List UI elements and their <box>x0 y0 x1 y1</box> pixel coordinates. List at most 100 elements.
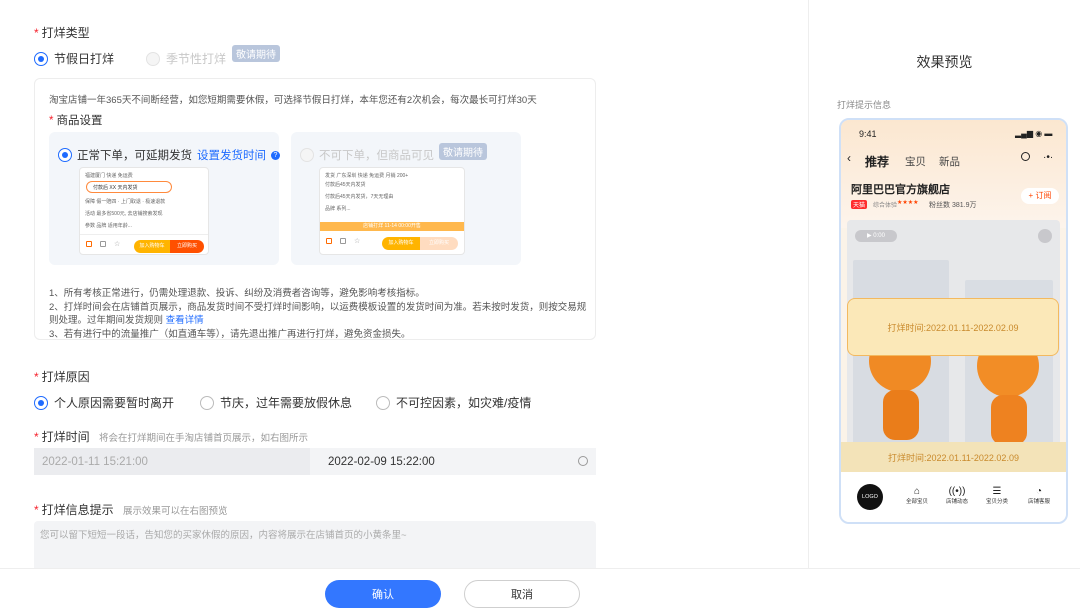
phone-tab-items: 宝贝 <box>905 154 926 169</box>
start-time-input: 2022-01-11 15:21:00 <box>34 448 310 475</box>
nav-all-items: ⌂ 全部宝贝 <box>903 486 931 505</box>
cancel-button[interactable]: 取消 <box>464 580 580 608</box>
closure-notes: 1、所有考核正常进行，仍需处理退款、投诉、纠纷及消费者咨询等，避免影响考核指标。… <box>49 287 589 341</box>
mock-bottom-bar: ☆ 加入购物车 立即购买 <box>80 234 208 255</box>
mute-icon <box>1038 229 1052 243</box>
radio-icon[interactable] <box>58 148 72 162</box>
star-icon: ☆ <box>114 240 120 248</box>
nav-customer-service: ◔ 店铺客服 <box>1025 486 1053 505</box>
shop-icon <box>86 241 92 247</box>
coming-soon-tag: 敬请期待 <box>439 143 487 160</box>
service-icon: ◔ <box>1025 486 1053 497</box>
nav-categories: ☰ 宝贝分类 <box>983 486 1011 505</box>
phone-bottom-nav: LOGO ⌂ 全部宝贝 ((•)) 店铺动态 ☰ 宝贝分类 ◔ 店铺客服 <box>841 472 1066 524</box>
closure-popup: 打烊时间:2022.01.11-2022.02.09 <box>847 298 1059 356</box>
preview-title: 效果预览 <box>809 52 1080 72</box>
shop-name: 阿里巴巴官方旗舰店 <box>851 181 950 197</box>
mock-cart-button: 加入购物车 <box>382 237 420 250</box>
reason-force-majeure[interactable]: 不可控因素，如灾难/疫情 <box>376 394 531 411</box>
mock-closed-banner: 店铺打烊 11-14 00:00开售 <box>320 222 464 231</box>
mock-row: 福建厦门 快递 免运费 <box>85 172 133 179</box>
phone-status-time: 9:41 <box>859 129 877 139</box>
goods-setting-box: 淘宝店铺一年365天不间断经营，如您短期需要休假，可选择节假日打烊，本年您还有2… <box>34 78 596 340</box>
closure-info-text: 淘宝店铺一年365天不间断经营，如您短期需要休假，可选择节假日打烊，本年您还有2… <box>49 92 537 106</box>
settings-form: *打烊类型 节假日打烊 季节性打烊 敬请期待 淘宝店铺一年365天不间断经营，如… <box>0 0 808 568</box>
preview-panel: 效果预览 打烊提示信息 9:41 ▂▄▆ ◉ ▬ ‹ 推荐 宝贝 新品 ·•· … <box>809 0 1080 568</box>
phone-status-icons: ▂▄▆ ◉ ▬ <box>1015 129 1052 138</box>
fans-count: 粉丝数 381.9万 <box>929 200 976 210</box>
mock-buy-button: 立即购买 <box>170 240 204 253</box>
list-icon: ☰ <box>983 486 1011 497</box>
closure-type-title: *打烊类型 <box>34 24 90 41</box>
tmall-badge: 天猫 <box>851 200 867 209</box>
shop-logo: LOGO <box>857 484 883 510</box>
time-title: *打烊时间 将会在打烊期间在手淘店铺首页展示，如右图所示 <box>34 428 308 445</box>
closure-settings-page: *打烊类型 节假日打烊 季节性打烊 敬请期待 淘宝店铺一年365天不间断经营，如… <box>0 0 1080 613</box>
view-details-link[interactable]: 查看详情 <box>166 315 204 326</box>
shop-icon <box>326 238 332 244</box>
radio-icon <box>146 52 160 66</box>
nav-shop-feed: ((•)) 店铺动态 <box>943 486 971 505</box>
message-hint: 展示效果可以在右图预览 <box>123 506 228 517</box>
mock-highlight-pill: 付款后 XX 天内发货 <box>86 181 172 193</box>
mock-cart-button: 加入购物车 <box>134 240 170 253</box>
bag-icon: ⌂ <box>903 486 931 497</box>
mascot-left-body <box>883 390 919 440</box>
phone-mockup: 9:41 ▂▄▆ ◉ ▬ ‹ 推荐 宝贝 新品 ·•· 阿里巴巴官方旗舰店 天猫… <box>839 118 1068 524</box>
card-no-order: 不可下单，但商品可见 敬请期待 发货 广东深圳 快递 免运费 月销 200+ 付… <box>291 132 521 265</box>
mock-bottom-bar: ☆ 加入购物车 立即购买 <box>320 232 464 255</box>
time-hint: 将会在打烊期间在手淘店铺首页展示，如右图所示 <box>99 433 308 444</box>
note-2: 2、打烊时间会在店铺首页展示，商品发货时间不受打烊时间影响，以运费模板设置的发货… <box>49 301 589 328</box>
phone-tab-new: 新品 <box>939 154 960 169</box>
phone-tab-recommend: 推荐 <box>865 153 889 170</box>
mock-buy-button: 立即购买 <box>420 237 458 250</box>
closure-type-seasonal: 季节性打烊 敬请期待 <box>146 50 280 67</box>
more-icon: ·•· <box>1043 152 1053 163</box>
reason-festival[interactable]: 节庆，过年需要放假休息 <box>200 394 352 411</box>
mock-row: 活动 最多省500元, 去店铺搜索发现 <box>85 210 163 217</box>
mock-row: 付款后45天内发货，7天无理由 <box>325 193 393 200</box>
chat-icon <box>100 241 106 247</box>
confirm-button[interactable]: 确认 <box>325 580 441 608</box>
back-icon: ‹ <box>847 151 851 165</box>
search-icon <box>1021 152 1030 161</box>
reason-personal[interactable]: 个人原因需要暂时离开 <box>34 394 174 411</box>
radio-icon[interactable] <box>200 396 214 410</box>
preview-subtitle: 打烊提示信息 <box>837 98 891 111</box>
mock-row: 付款后45天内发货 <box>325 181 366 188</box>
message-textarea[interactable]: 您可以留下短短一段话，告知您的买家休假的原因，内容将展示在店铺首页的小黄条里~ <box>34 521 596 568</box>
mock-row: 品牌 系列... <box>325 205 351 212</box>
video-time-pill: ▶ 0:00 <box>855 230 897 242</box>
rating-label: 综合体验 <box>873 200 897 209</box>
mock-product-page: 福建厦门 快递 免运费 付款后 XX 天内发货 保障 假一赔四 · 上门取退 ·… <box>79 167 209 255</box>
clock-icon[interactable] <box>578 456 588 466</box>
note-3: 3、若有进行中的流量推广（如直通车等），请先退出推广再进行打烊，避免资金损失。 <box>49 328 589 342</box>
closure-strip: 打烊时间:2022.01.11-2022.02.09 <box>841 442 1066 472</box>
end-time-input[interactable]: 2022-02-09 15:22:00 <box>310 448 596 475</box>
chat-icon <box>340 238 346 244</box>
set-shipping-time-link[interactable]: 设置发货时间 <box>197 147 266 163</box>
message-title: *打烊信息提示 展示效果可以在右图预览 <box>34 501 228 518</box>
mascot-right-body <box>991 395 1027 445</box>
mock-row: 参数 品牌 适用年龄... <box>85 222 132 229</box>
radio-icon[interactable] <box>34 396 48 410</box>
card-normal-order-header: 正常下单，可延期发货 设置发货时间 ? <box>58 147 280 163</box>
help-icon[interactable]: ? <box>271 151 280 160</box>
radio-icon[interactable] <box>376 396 390 410</box>
rating-stars: ★★★★ <box>897 199 919 206</box>
coming-soon-tag: 敬请期待 <box>232 45 280 62</box>
goods-setting-title: *商品设置 <box>49 112 102 128</box>
radio-icon <box>300 148 314 162</box>
note-1: 1、所有考核正常进行，仍需处理退款、投诉、纠纷及消费者咨询等，避免影响考核指标。 <box>49 287 589 301</box>
mock-row: 发货 广东深圳 快递 免运费 月销 200+ <box>325 172 408 179</box>
reason-title: *打烊原因 <box>34 368 90 385</box>
card-normal-order[interactable]: 正常下单，可延期发货 设置发货时间 ? 福建厦门 快递 免运费 付款后 XX 天… <box>49 132 279 265</box>
star-icon: ☆ <box>354 237 360 245</box>
broadcast-icon: ((•)) <box>943 486 971 497</box>
subscribe-button: + 订阅 <box>1021 188 1059 204</box>
mock-product-page-closed: 发货 广东深圳 快递 免运费 月销 200+ 付款后45天内发货 付款后45天内… <box>319 167 465 255</box>
radio-icon[interactable] <box>34 52 48 66</box>
card-no-order-header: 不可下单，但商品可见 敬请期待 <box>300 147 487 163</box>
mock-row: 保障 假一赔四 · 上门取退 · 极速退款 <box>85 198 165 205</box>
closure-type-holiday[interactable]: 节假日打烊 <box>34 50 114 67</box>
